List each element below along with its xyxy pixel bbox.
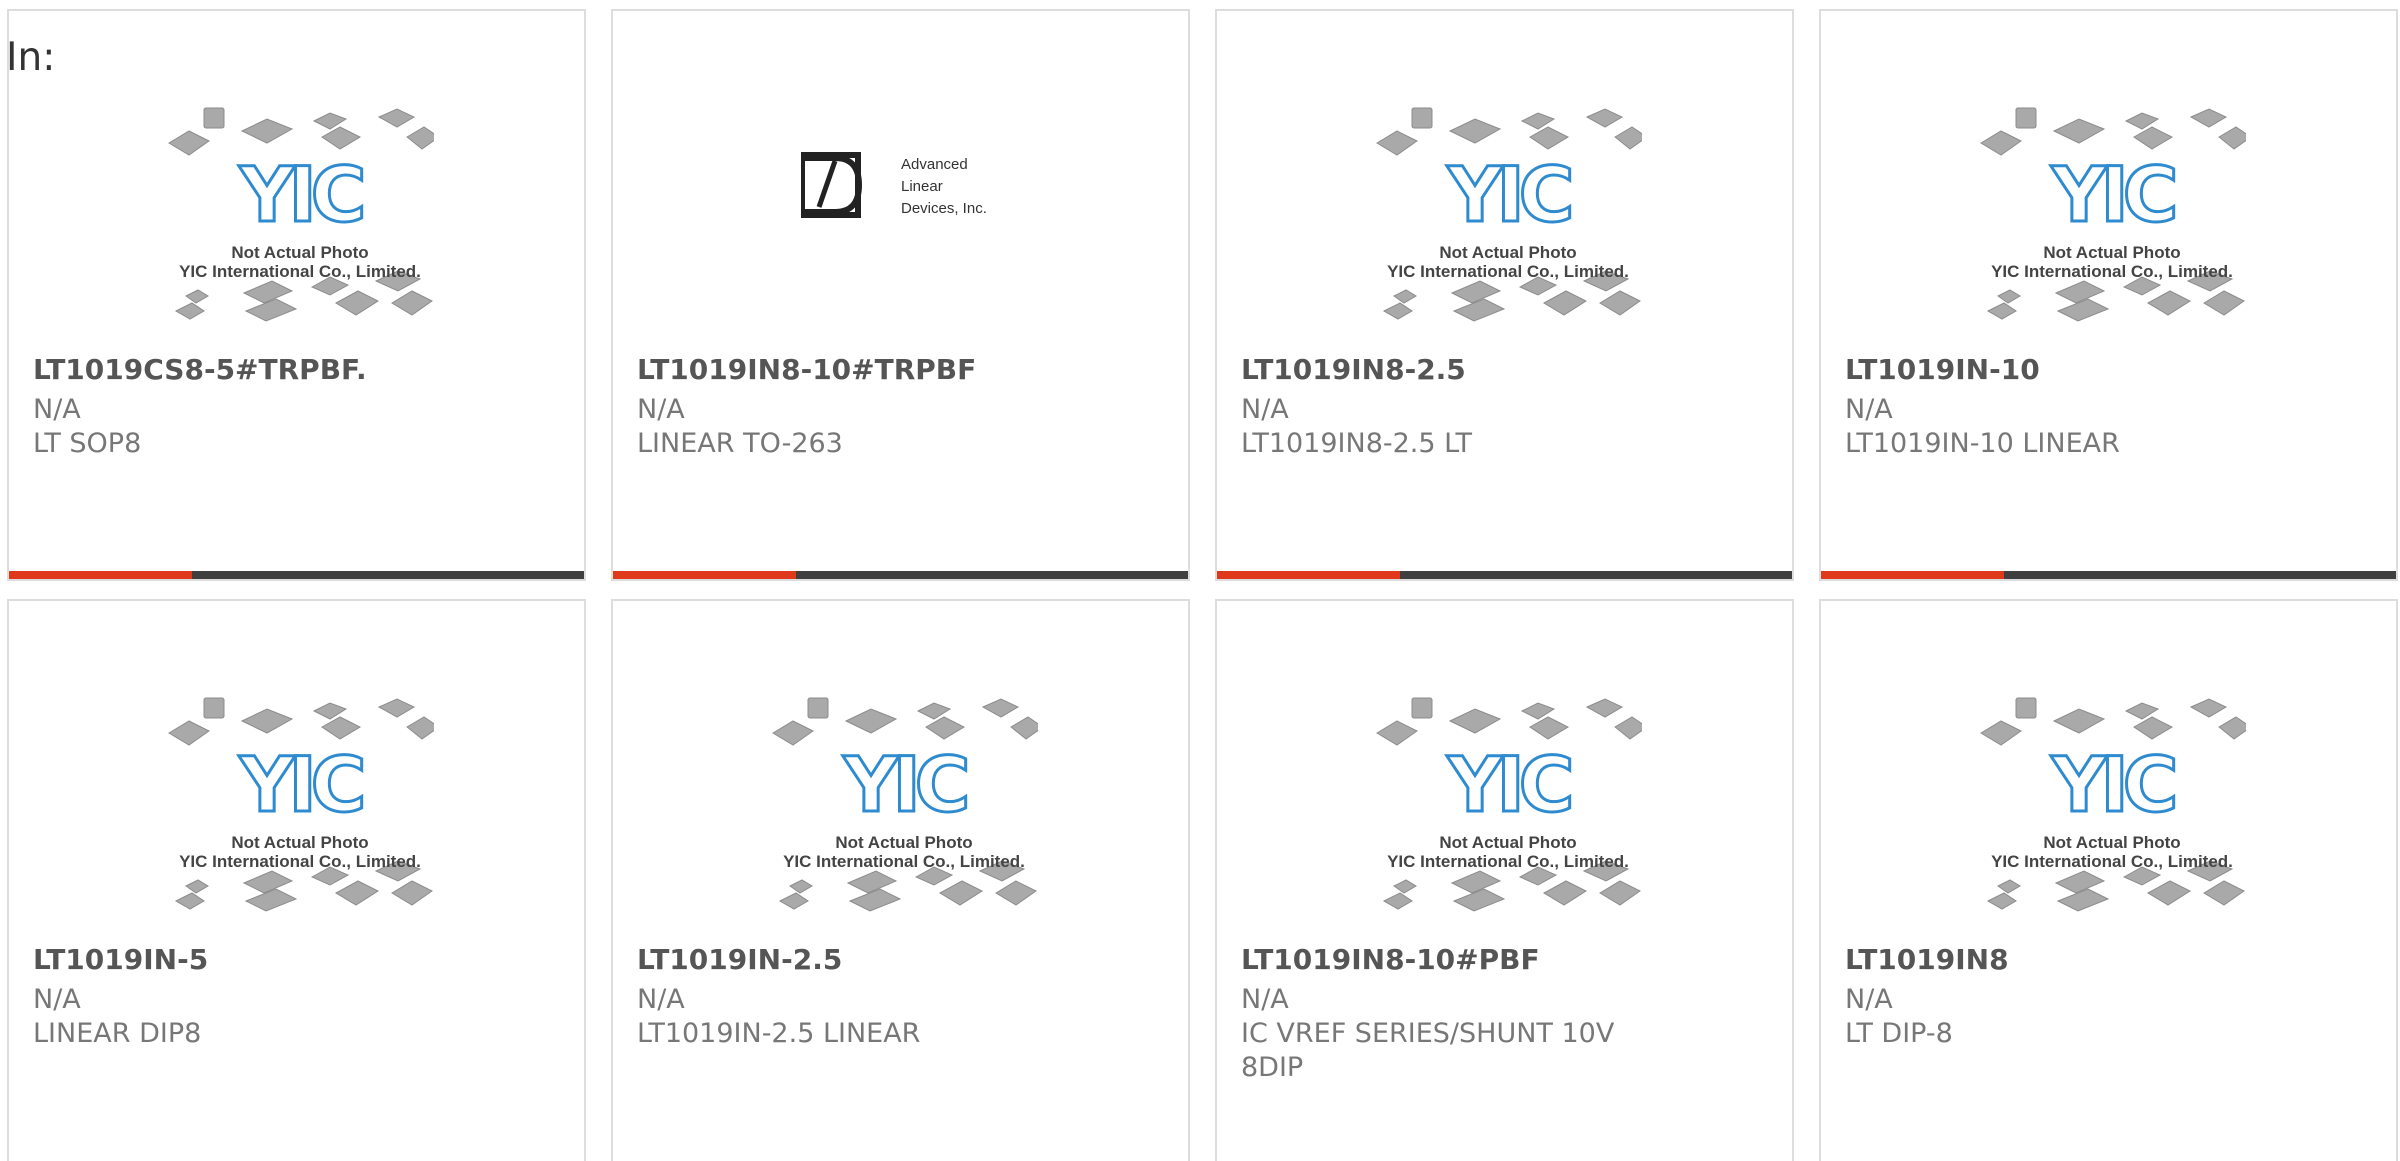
svg-text:Not Actual Photo: Not Actual Photo bbox=[1439, 243, 1576, 262]
svg-text:YIC: YIC bbox=[2050, 740, 2173, 829]
svg-text:Advanced: Advanced bbox=[901, 156, 968, 173]
svg-text:Not Actual Photo: Not Actual Photo bbox=[1439, 833, 1576, 852]
price: N/A bbox=[1241, 984, 1289, 1015]
price: N/A bbox=[637, 984, 685, 1015]
part-number[interactable]: LT1019IN8 bbox=[1845, 943, 2009, 976]
card-bottom-bar bbox=[9, 571, 584, 579]
card-bottom-bar bbox=[1217, 571, 1792, 579]
svg-text:YIC International Co., Limited: YIC International Co., Limited. bbox=[179, 852, 421, 871]
product-card[interactable]: YIC Not Actual Photo YIC International C… bbox=[1819, 9, 2398, 581]
svg-text:YIC: YIC bbox=[1446, 150, 1569, 239]
price: N/A bbox=[33, 394, 81, 425]
description: LINEAR DIP8 bbox=[33, 1018, 202, 1049]
part-number[interactable]: LT1019IN8-2.5 bbox=[1241, 353, 1466, 386]
product-card[interactable]: YIC Not Actual Photo YIC International C… bbox=[7, 599, 586, 1161]
product-card[interactable]: YIC Not Actual Photo YIC International C… bbox=[1215, 599, 1794, 1161]
card-bottom-bar bbox=[613, 571, 1188, 579]
price: N/A bbox=[637, 394, 685, 425]
card-bottom-bar bbox=[1821, 571, 2396, 579]
svg-text:YIC: YIC bbox=[2050, 150, 2173, 239]
svg-text:YIC: YIC bbox=[238, 150, 361, 239]
not-actual-photo-image: YIC Not Actual Photo YIC International C… bbox=[164, 103, 434, 343]
svg-text:YIC International Co., Limited: YIC International Co., Limited. bbox=[1387, 262, 1629, 281]
description: LINEAR TO-263 bbox=[637, 428, 843, 459]
description: LT1019IN-2.5 LINEAR bbox=[637, 1018, 921, 1049]
svg-text:Not Actual Photo: Not Actual Photo bbox=[231, 243, 368, 262]
not-actual-photo-image: YIC Not Actual Photo YIC International C… bbox=[768, 693, 1038, 933]
product-card[interactable]: YIC Not Actual Photo YIC International C… bbox=[7, 9, 586, 581]
svg-text:YIC International Co., Limited: YIC International Co., Limited. bbox=[1387, 852, 1629, 871]
not-actual-photo-image: YIC Not Actual Photo YIC International C… bbox=[1976, 693, 2246, 933]
price: N/A bbox=[33, 984, 81, 1015]
description: LT1019IN8-2.5 LT bbox=[1241, 428, 1472, 459]
price: N/A bbox=[1845, 394, 1893, 425]
svg-text:Devices, Inc.: Devices, Inc. bbox=[901, 200, 987, 217]
product-grid: YIC Not Actual Photo YIC International C… bbox=[7, 9, 2398, 1161]
product-listing-page: In: YIC Not Actual Photo YIC Internation… bbox=[0, 0, 2400, 1161]
svg-text:YIC: YIC bbox=[238, 740, 361, 829]
product-card[interactable]: YIC Not Actual Photo YIC International C… bbox=[1215, 9, 1794, 581]
svg-text:Not Actual Photo: Not Actual Photo bbox=[835, 833, 972, 852]
price: N/A bbox=[1241, 394, 1289, 425]
product-card[interactable]: YIC Not Actual Photo YIC International C… bbox=[611, 599, 1190, 1161]
not-actual-photo-image: YIC Not Actual Photo YIC International C… bbox=[164, 693, 434, 933]
part-number[interactable]: LT1019IN-5 bbox=[33, 943, 208, 976]
svg-text:Linear: Linear bbox=[901, 178, 943, 195]
svg-text:YIC International Co., Limited: YIC International Co., Limited. bbox=[179, 262, 421, 281]
svg-text:Not Actual Photo: Not Actual Photo bbox=[2043, 833, 2180, 852]
svg-text:YIC: YIC bbox=[1446, 740, 1569, 829]
part-number[interactable]: LT1019IN8-10#PBF bbox=[1241, 943, 1540, 976]
svg-text:YIC International Co., Limited: YIC International Co., Limited. bbox=[1991, 262, 2233, 281]
product-card[interactable]: YIC Not Actual Photo YIC International C… bbox=[1819, 599, 2398, 1161]
description: LT DIP-8 bbox=[1845, 1018, 1953, 1049]
svg-text:Not Actual Photo: Not Actual Photo bbox=[2043, 243, 2180, 262]
not-actual-photo-image: YIC Not Actual Photo YIC International C… bbox=[1372, 103, 1642, 343]
svg-text:YIC International Co., Limited: YIC International Co., Limited. bbox=[783, 852, 1025, 871]
not-actual-photo-image: YIC Not Actual Photo YIC International C… bbox=[1372, 693, 1642, 933]
not-actual-photo-image: YIC Not Actual Photo YIC International C… bbox=[1976, 103, 2246, 343]
svg-text:YIC: YIC bbox=[842, 740, 965, 829]
description: IC VREF SERIES/SHUNT 10V 8DIP bbox=[1241, 1018, 1615, 1083]
part-number[interactable]: LT1019IN-10 bbox=[1845, 353, 2040, 386]
product-card[interactable]: Advanced Linear Devices, Inc. LT1019IN8-… bbox=[611, 9, 1190, 581]
price: N/A bbox=[1845, 984, 1893, 1015]
in-label: In: bbox=[6, 35, 56, 80]
part-number[interactable]: LT1019IN-2.5 bbox=[637, 943, 842, 976]
svg-text:YIC International Co., Limited: YIC International Co., Limited. bbox=[1991, 852, 2233, 871]
adi-logo: Advanced Linear Devices, Inc. bbox=[801, 147, 1016, 223]
svg-text:Not Actual Photo: Not Actual Photo bbox=[231, 833, 368, 852]
part-number[interactable]: LT1019IN8-10#TRPBF bbox=[637, 353, 976, 386]
description: LT SOP8 bbox=[33, 428, 142, 459]
part-number[interactable]: LT1019CS8-5#TRPBF. bbox=[33, 353, 367, 386]
description: LT1019IN-10 LINEAR bbox=[1845, 428, 2120, 459]
